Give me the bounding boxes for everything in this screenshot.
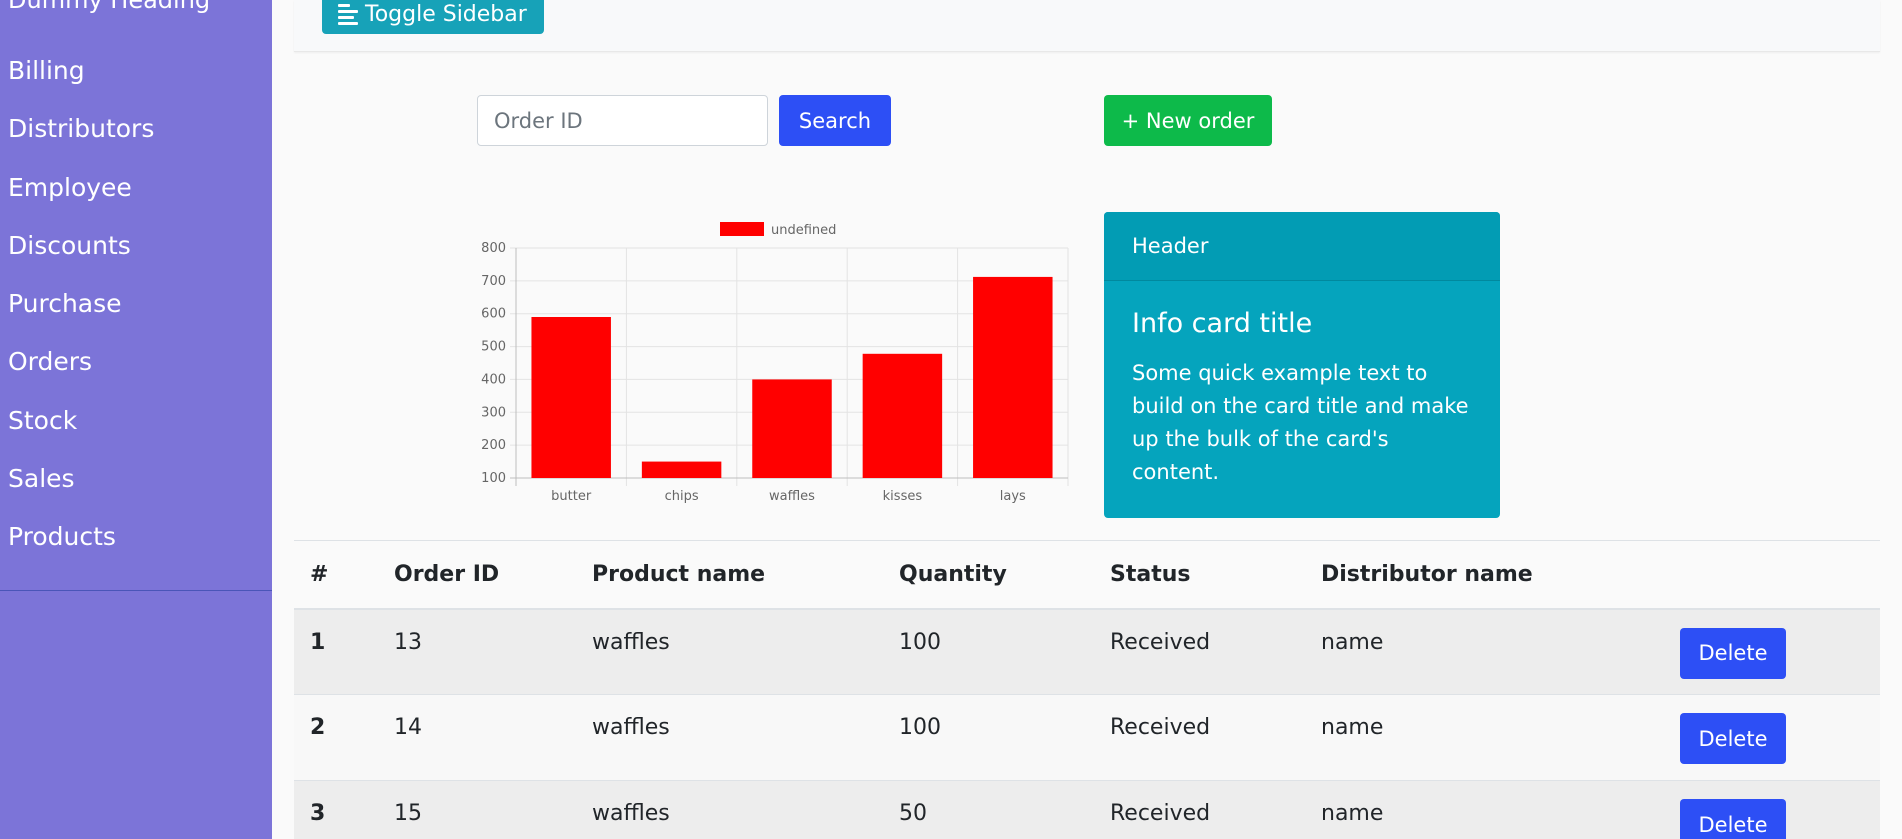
orders-bar-chart: 100 200 300 400 500 600 700 800 butter chips waffl… [470,212,1080,512]
cell-status: Received [1094,694,1305,781]
cell-status: Received [1094,608,1305,695]
legend-swatch [720,222,764,236]
chart-bar [641,461,722,478]
search-button[interactable]: Search [779,95,891,146]
chart-bar [531,317,611,478]
table-row: 3 15 waffles 50 Received name Delete [294,780,1880,839]
x-tick-label: butter [551,489,592,504]
toggle-sidebar-label: Toggle Sidebar [365,1,527,27]
column-header-distributor-name: Distributor name [1305,540,1664,610]
y-tick-label: 100 [481,471,506,486]
y-tick-label: 400 [481,372,506,387]
legend-label: undefined [771,223,836,238]
delete-button[interactable]: Delete [1680,627,1786,679]
column-header-number: # [294,540,378,610]
cell-distributor-name: name [1305,694,1664,781]
y-tick-label: 800 [481,241,506,256]
card-body: Info card title Some quick example text … [1104,281,1500,489]
sidebar-item-stock[interactable]: Stock [0,402,272,460]
toggle-sidebar-button[interactable]: Toggle Sidebar [322,0,544,34]
cell-order-id: 13 [378,608,576,695]
row-number: 2 [294,694,378,781]
table-row: 2 14 waffles 100 Received name Delete [294,694,1880,781]
cell-distributor-name: name [1305,780,1664,839]
cell-actions: Delete [1664,694,1880,781]
card-text: Some quick example text to build on the … [1132,361,1469,484]
y-tick-label: 200 [481,438,506,453]
table-row: 1 13 waffles 100 Received name Delete [294,608,1880,695]
info-card: Header Info card title Some quick exampl… [1104,212,1500,518]
cell-quantity: 50 [883,780,1094,839]
table-header-row: # Order ID Product name Quantity Status … [294,540,1880,610]
cell-product-name: waffles [576,608,883,695]
sidebar-item-sales[interactable]: Sales [0,460,272,518]
sidebar-menu: Billing Distributors Employee Discounts … [0,52,272,577]
cell-distributor-name: name [1305,608,1664,695]
sidebar-item-employee[interactable]: Employee [0,169,272,227]
sidebar-item-billing[interactable]: Billing [0,52,272,110]
column-header-actions [1664,540,1880,610]
cell-product-name: waffles [576,780,883,839]
x-tick-label: waffles [769,489,815,504]
chart-bar [862,353,943,478]
new-order-button[interactable]: + New order [1104,95,1272,146]
order-id-search-input[interactable] [477,95,768,146]
y-tick-label: 600 [481,307,506,322]
cell-actions: Delete [1664,608,1880,695]
cell-quantity: 100 [883,694,1094,781]
sidebar-divider [0,590,272,591]
chart-bar [973,276,1053,478]
column-header-product-name: Product name [576,540,883,610]
cell-actions: Delete [1664,780,1880,839]
sidebar-item-discounts[interactable]: Discounts [0,227,272,285]
sidebar-item-orders[interactable]: Orders [0,343,272,401]
column-header-quantity: Quantity [883,540,1094,610]
orders-table: # Order ID Product name Quantity Status … [294,540,1880,839]
row-number: 3 [294,780,378,839]
y-tick-label: 700 [481,274,506,289]
x-tick-label: kisses [883,489,923,504]
cell-product-name: waffles [576,694,883,781]
cell-status: Received [1094,780,1305,839]
card-title: Info card title [1132,308,1313,339]
sidebar-item-products[interactable]: Products [0,518,272,576]
top-navbar: Toggle Sidebar [294,0,1880,52]
cell-order-id: 14 [378,694,576,781]
align-left-icon [338,3,358,25]
bar-chart-svg: 100 200 300 400 500 600 700 800 butter chips waffl… [481,222,1069,504]
delete-button[interactable]: Delete [1680,713,1786,764]
y-tick-label: 300 [481,405,506,420]
column-header-status: Status [1094,540,1305,610]
cell-order-id: 15 [378,780,576,839]
x-tick-label: lays [1000,489,1026,504]
column-header-order-id: Order ID [378,540,576,610]
sidebar-item-purchase[interactable]: Purchase [0,285,272,343]
card-header: Header [1104,212,1500,281]
cell-quantity: 100 [883,608,1094,695]
delete-button[interactable]: Delete [1680,799,1786,839]
sidebar-heading: Dummy Heading [8,0,211,14]
row-number: 1 [294,608,378,695]
sidebar-item-distributors[interactable]: Distributors [0,110,272,168]
chart-bar [752,379,832,478]
y-tick-label: 500 [481,340,506,355]
sidebar: Dummy Heading Billing Distributors Emplo… [0,0,272,839]
x-tick-label: chips [665,489,699,504]
